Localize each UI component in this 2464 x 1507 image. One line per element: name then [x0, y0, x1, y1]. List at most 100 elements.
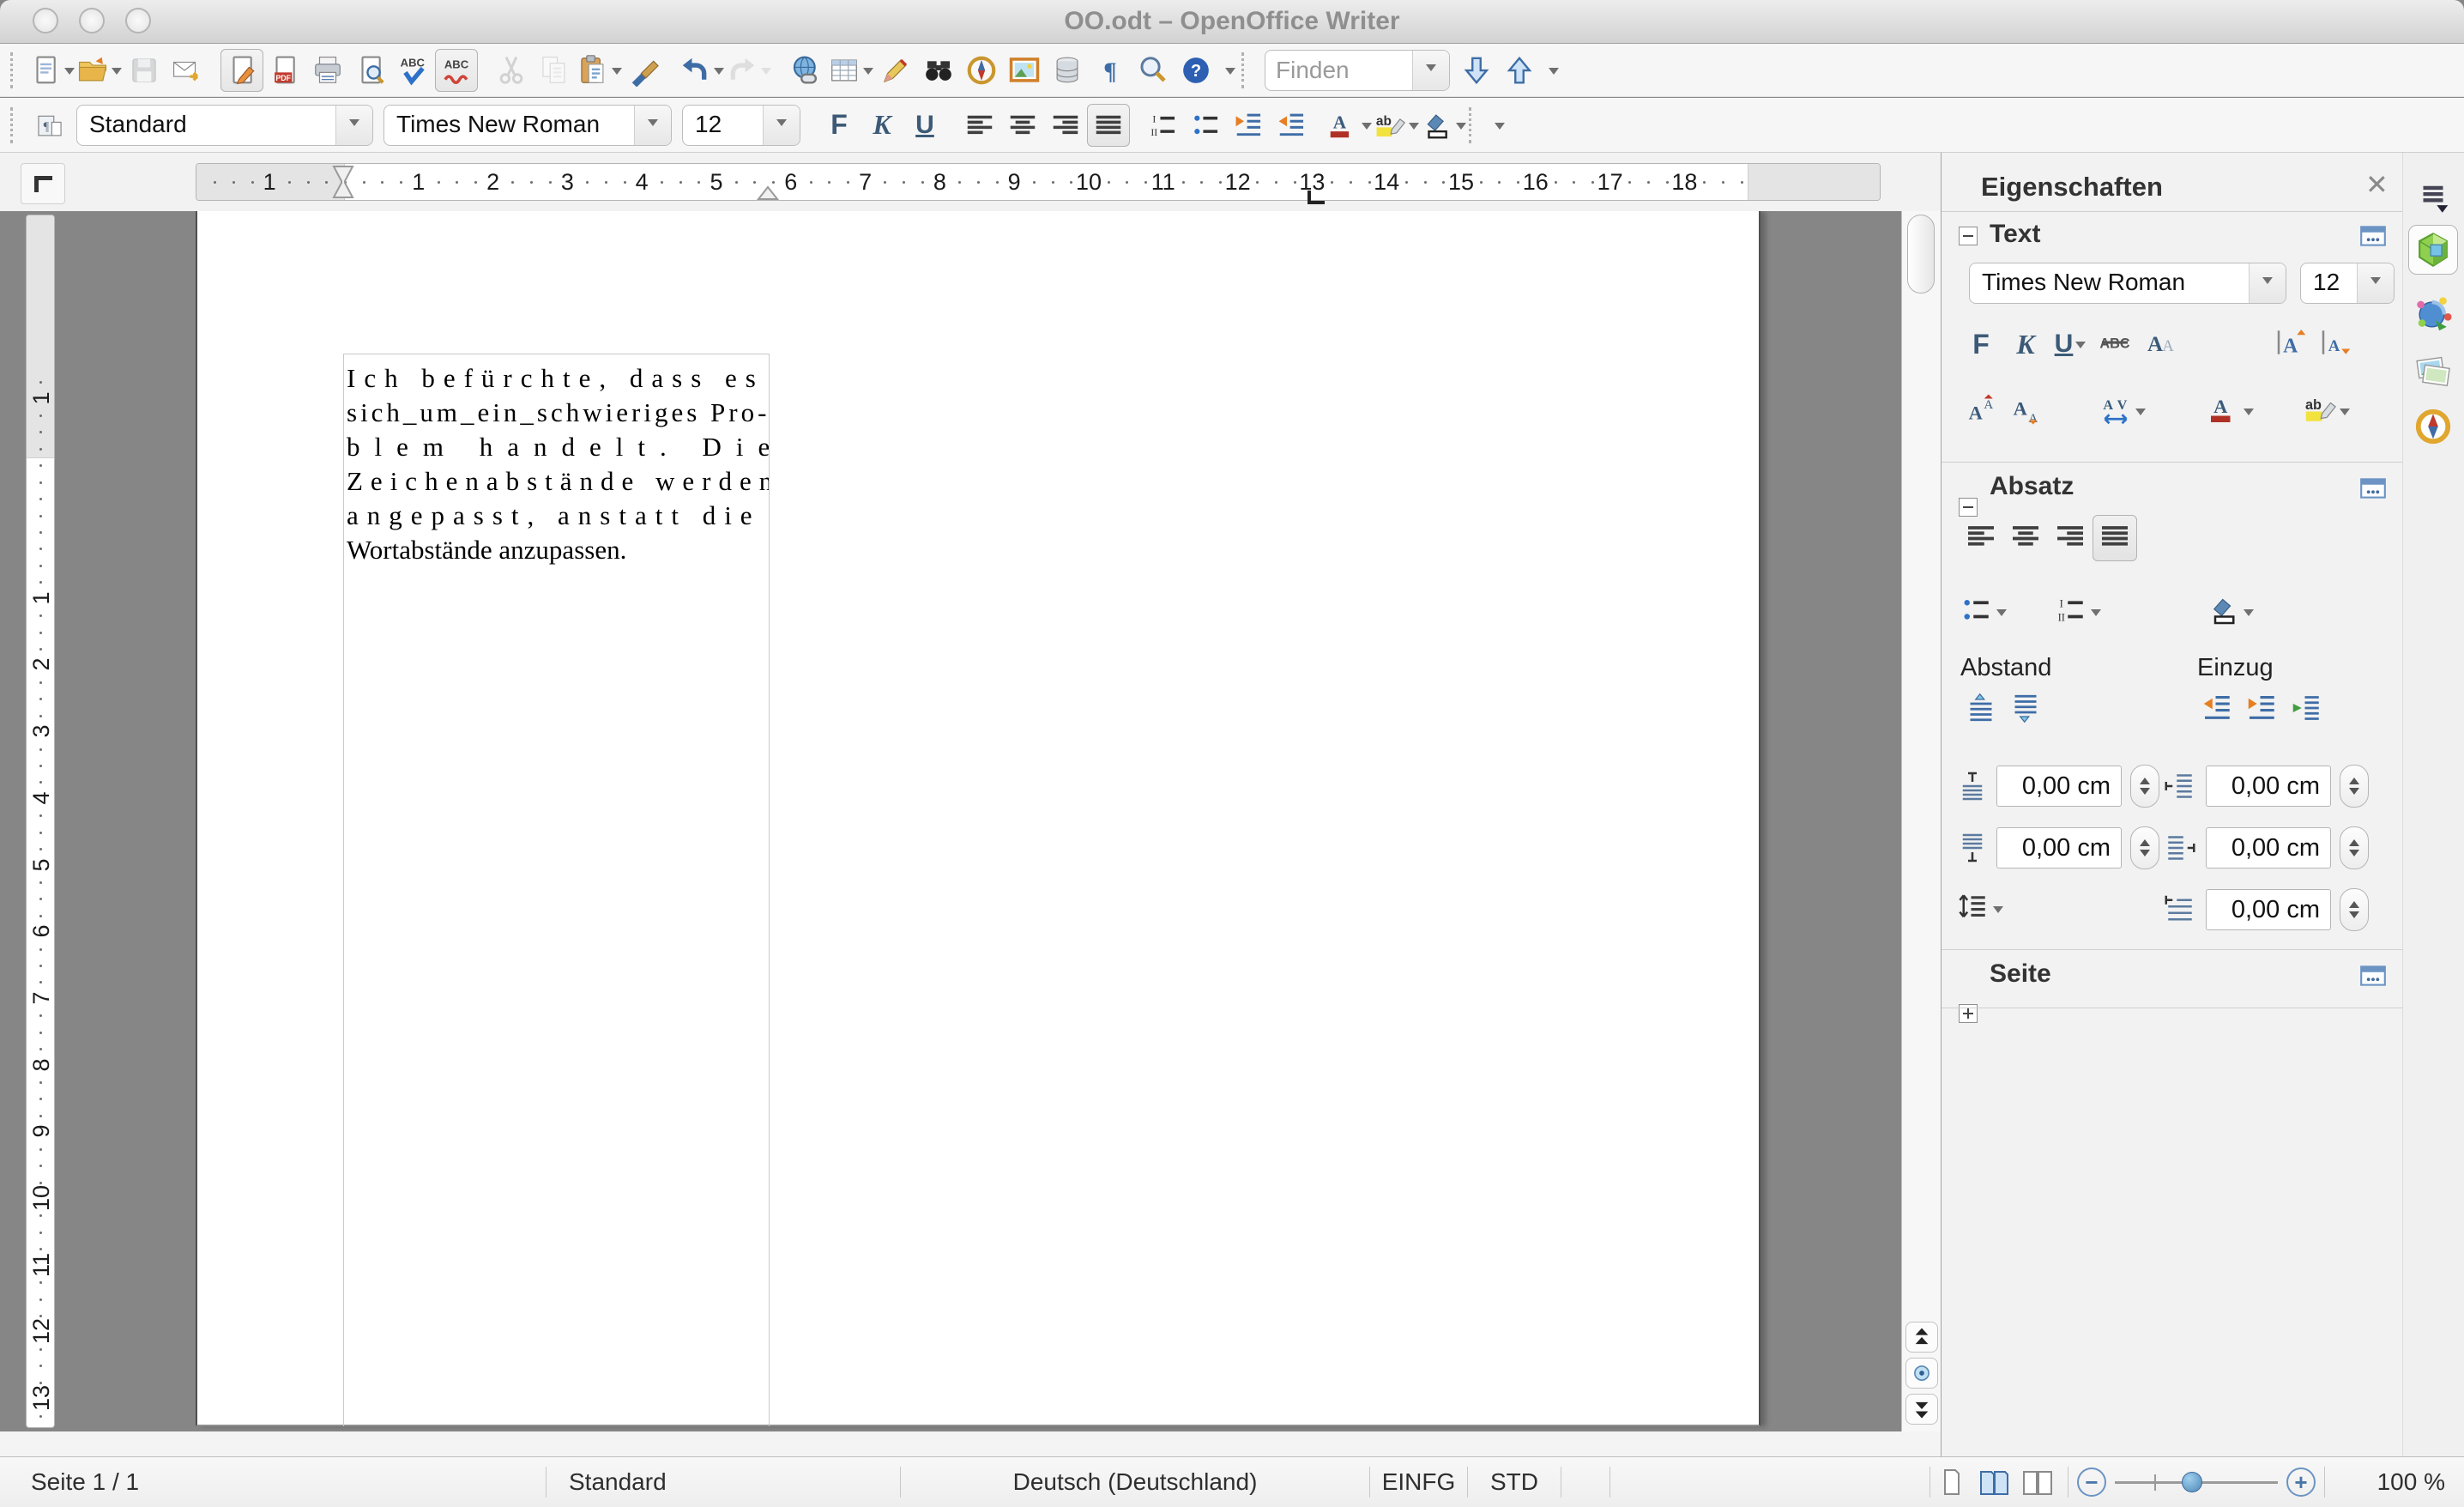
find-up-button[interactable]	[1498, 49, 1541, 92]
align-justify-button[interactable]	[1087, 103, 1130, 147]
sidebar-tab-gallery[interactable]	[2408, 345, 2458, 395]
hyperlink-button[interactable]	[784, 49, 827, 92]
format-paintbrush-button[interactable]	[623, 49, 666, 92]
draw-functions-button[interactable]	[874, 49, 917, 92]
document-canvas[interactable]: Ich befürchte, dass es sich_um_ein_schwie…	[55, 211, 1901, 1431]
paragraph-background-button[interactable]	[2206, 589, 2255, 635]
zoom-button[interactable]	[1132, 49, 1175, 92]
after-text-indent-field[interactable]: 0,00 cm	[2206, 827, 2331, 868]
bold-button[interactable]: F	[818, 104, 861, 147]
edit-file-button[interactable]	[220, 48, 263, 92]
navigator-button[interactable]	[960, 49, 1003, 92]
grow-font-button[interactable]: A	[2269, 321, 2314, 367]
font-size-combo[interactable]: 12	[682, 104, 800, 146]
table-button[interactable]	[827, 49, 874, 92]
font-size-dropdown[interactable]	[763, 105, 800, 145]
sidebar-highlight-button[interactable]: ab	[2302, 388, 2351, 434]
toolbar-handle[interactable]	[1241, 51, 1253, 88]
shrink-font-button[interactable]: A	[2314, 321, 2358, 367]
before-text-indent-field[interactable]: 0,00 cm	[2206, 766, 2331, 807]
export-pdf-button[interactable]: PDF	[263, 49, 306, 92]
document-line[interactable]: Ich befürchte, dass es	[347, 361, 769, 396]
tab-stop-marker[interactable]	[1307, 191, 1325, 204]
tab-stop-type-selector[interactable]	[21, 163, 65, 204]
align-right-button[interactable]	[1044, 104, 1087, 147]
increase-indent-button[interactable]	[1271, 104, 1314, 147]
sidebar-font-color-button[interactable]: A	[2206, 388, 2255, 434]
sidebar-strikethrough-button[interactable]: ABC	[2093, 321, 2137, 367]
bullet-list-button[interactable]	[1185, 104, 1228, 147]
zoom-level-status[interactable]: 100 %	[2325, 1468, 2464, 1496]
sidebar-tab-properties[interactable]	[2408, 225, 2458, 275]
insert-mode-status[interactable]: EINFG	[1370, 1468, 1467, 1496]
document-line[interactable]: blem handelt. Die	[347, 430, 769, 464]
decrease-paragraph-spacing-button[interactable]	[2003, 687, 2048, 733]
scrollbar-thumb[interactable]	[1907, 215, 1935, 294]
print-button[interactable]	[306, 49, 349, 92]
hanging-indent-button[interactable]	[2285, 687, 2329, 733]
first-line-indent-spinner[interactable]	[2340, 888, 2369, 931]
open-button[interactable]	[75, 49, 123, 92]
spelling-button[interactable]: ABC	[392, 49, 435, 92]
decrease-indent-button[interactable]	[1228, 104, 1271, 147]
toolbar-handle[interactable]	[10, 51, 21, 88]
horizontal-ruler[interactable]: 1 1 2 3 4 5 6 7 8 9 10 11 12 13 14 15 16 17 18	[196, 163, 1881, 201]
after-indent-spinner[interactable]	[2340, 826, 2369, 869]
single-page-view-button[interactable]	[1930, 1463, 1973, 1501]
sidebar-underline-button[interactable]: U	[2048, 321, 2093, 367]
document-line[interactable]: angepasst, anstatt die	[347, 499, 769, 533]
paragraph-style-combo[interactable]: Standard	[76, 104, 373, 146]
sidebar-numbered-list-button[interactable]: I II	[2053, 589, 2102, 635]
sidebar-align-left-button[interactable]	[1959, 515, 2003, 561]
multi-page-view-button[interactable]	[1973, 1463, 2016, 1501]
vertical-scrollbar[interactable]	[1901, 211, 1941, 1431]
sidebar-decrease-indent-button[interactable]	[2240, 687, 2285, 733]
superscript-button[interactable]: AA	[1959, 388, 2003, 434]
italic-button[interactable]: K	[861, 104, 903, 147]
toolbar-overflow-button[interactable]	[1541, 49, 1563, 92]
highlight-button[interactable]: ab	[1373, 104, 1420, 147]
zoom-slider-thumb[interactable]	[2182, 1472, 2202, 1492]
font-color-button[interactable]: A	[1326, 104, 1373, 147]
sidebar-increase-indent-button[interactable]	[2195, 687, 2240, 733]
find-replace-button[interactable]	[917, 49, 960, 92]
help-button[interactable]: ?	[1175, 49, 1217, 92]
language-status[interactable]: Deutsch (Deutschland)	[901, 1468, 1369, 1496]
subscript-button[interactable]: AA	[2003, 388, 2048, 434]
toolbar-overflow-button[interactable]	[1217, 49, 1240, 92]
styles-panel-button[interactable]: ¶	[28, 104, 71, 147]
find-down-button[interactable]	[1455, 49, 1498, 92]
sidebar-align-justify-button[interactable]	[2093, 515, 2137, 561]
page-preview-button[interactable]	[349, 49, 392, 92]
text-dialog-launcher-icon[interactable]	[2358, 221, 2388, 247]
above-spacing-spinner[interactable]	[2130, 765, 2159, 808]
vertical-ruler[interactable]: 11234567891011121314	[26, 215, 55, 1428]
toolbar-handle[interactable]	[1469, 106, 1480, 143]
above-paragraph-spacing-field[interactable]: 0,00 cm	[1996, 766, 2122, 807]
page-dialog-launcher-icon[interactable]	[2358, 961, 2388, 987]
zoom-in-button[interactable]: +	[2286, 1468, 2316, 1497]
increase-paragraph-spacing-button[interactable]	[1959, 687, 2003, 733]
collapse-text-section[interactable]	[1959, 227, 1978, 245]
document-line[interactable]: Wortabstände anzupassen.	[347, 533, 769, 567]
paragraph-style-dropdown[interactable]	[335, 105, 372, 145]
page-count-status[interactable]: Seite 1 / 1	[0, 1468, 546, 1496]
sidebar-font-name-dropdown[interactable]	[2249, 263, 2286, 303]
document-line[interactable]: Zeichenabstände werden	[347, 464, 769, 499]
sidebar-bullet-list-button[interactable]	[1959, 589, 2008, 635]
document-line[interactable]: sich_um_ein_schwieriges Pro-	[347, 396, 769, 430]
formatting-marks-button[interactable]: ¶	[1089, 49, 1132, 92]
sidebar-tab-navigator[interactable]	[2408, 402, 2458, 451]
undo-button[interactable]	[678, 49, 725, 92]
sidebar-character-dialog-button[interactable]: AA	[2137, 321, 2182, 367]
paste-button[interactable]	[576, 49, 623, 92]
zoom-out-button[interactable]: −	[2077, 1468, 2106, 1497]
underline-button[interactable]: U	[903, 104, 946, 147]
next-page-button[interactable]	[1905, 1394, 1938, 1425]
paragraph-dialog-launcher-icon[interactable]	[2358, 474, 2388, 499]
line-spacing-button[interactable]	[1955, 886, 2004, 932]
first-line-indent-field[interactable]: 0,00 cm	[2206, 889, 2331, 930]
align-left-button[interactable]	[958, 104, 1001, 147]
new-document-button[interactable]	[28, 49, 75, 92]
data-sources-button[interactable]	[1046, 49, 1089, 92]
